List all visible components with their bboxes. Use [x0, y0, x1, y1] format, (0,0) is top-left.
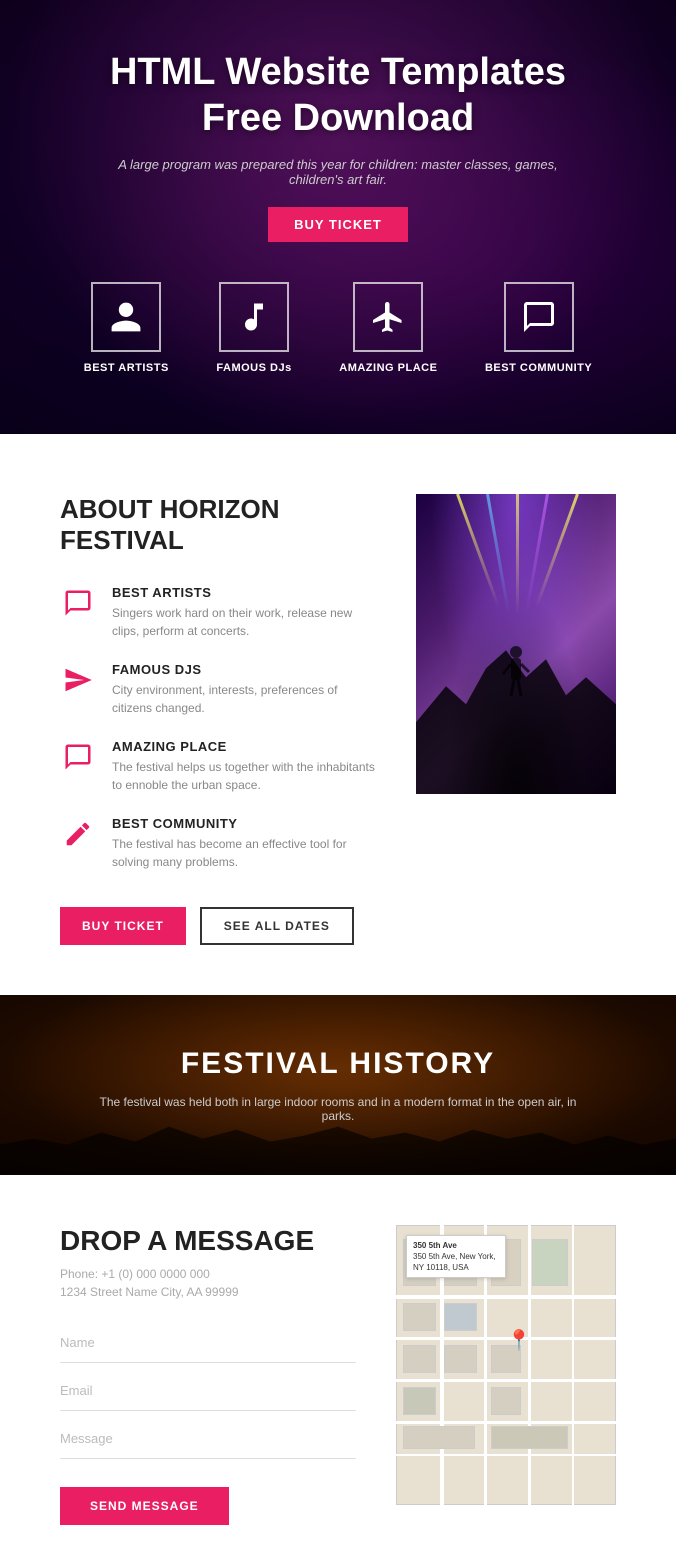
- music-icon: [236, 299, 272, 335]
- about-left: ABOUT HORIZON FESTIVAL BEST ARTISTS Sing…: [60, 494, 376, 944]
- about-item-title-amazing-place: AMAZING PLACE: [112, 739, 376, 754]
- about-section: ABOUT HORIZON FESTIVAL BEST ARTISTS Sing…: [0, 434, 676, 994]
- amazing-place-icon-box: [353, 282, 423, 352]
- speech-bubble-2-icon: [63, 742, 93, 772]
- feature-best-community: BEST COMMUNITY: [485, 282, 592, 374]
- features-row: BEST ARTISTS FAMOUS DJs AMAZING PLACE: [20, 262, 656, 404]
- map-inner: 📍 350 5th Ave 350 5th Ave, New York, NY …: [396, 1225, 616, 1505]
- plane-icon: [370, 299, 406, 335]
- feature-best-artists: BEST ARTISTS: [84, 282, 169, 374]
- person-icon: [108, 299, 144, 335]
- about-item-content-best-community: BEST COMMUNITY The festival has become a…: [112, 816, 376, 871]
- about-famous-djs-icon: [60, 662, 96, 698]
- history-crowd-silhouette: [0, 1115, 676, 1175]
- hero-section: HTML Website Templates Free Download A l…: [0, 0, 676, 434]
- best-community-icon-box: [504, 282, 574, 352]
- about-item-best-community: BEST COMMUNITY The festival has become a…: [60, 816, 376, 871]
- about-item-content-famous-djs: FAMOUS DJs City environment, interests, …: [112, 662, 376, 717]
- message-field-wrapper: [60, 1419, 356, 1459]
- history-title: FESTIVAL HISTORY: [181, 1047, 495, 1081]
- about-title: ABOUT HORIZON FESTIVAL: [60, 494, 376, 556]
- map-pin: 📍: [507, 1328, 532, 1353]
- about-best-artists-icon: [60, 585, 96, 621]
- chat-icon: [521, 299, 557, 335]
- contact-left: DROP A MESSAGE Phone: +1 (0) 000 0000 00…: [60, 1225, 356, 1525]
- message-input[interactable]: [60, 1419, 356, 1459]
- contact-map[interactable]: 📍 350 5th Ave 350 5th Ave, New York, NY …: [396, 1225, 616, 1505]
- about-item-title-best-community: BEST COMMUNITY: [112, 816, 376, 831]
- contact-address: 1234 Street Name City, AA 99999: [60, 1285, 356, 1299]
- history-section: FESTIVAL HISTORY The festival was held b…: [0, 995, 676, 1175]
- about-item-title-famous-djs: FAMOUS DJs: [112, 662, 376, 677]
- about-best-community-icon: [60, 816, 96, 852]
- about-item-desc-best-community: The festival has become an effective too…: [112, 835, 376, 871]
- best-community-label: BEST COMMUNITY: [485, 362, 592, 374]
- famous-djs-icon-box: [219, 282, 289, 352]
- about-see-all-dates-button[interactable]: SEE ALL DATES: [200, 907, 354, 945]
- about-item-famous-djs: FAMOUS DJs City environment, interests, …: [60, 662, 376, 717]
- hero-title: HTML Website Templates Free Download: [110, 50, 566, 141]
- best-artists-label: BEST ARTISTS: [84, 362, 169, 374]
- name-input[interactable]: [60, 1323, 356, 1363]
- about-items: BEST ARTISTS Singers work hard on their …: [60, 585, 376, 871]
- contact-phone: Phone: +1 (0) 000 0000 000: [60, 1267, 356, 1281]
- famous-djs-label: FAMOUS DJs: [216, 362, 291, 374]
- email-input[interactable]: [60, 1371, 356, 1411]
- contact-submit-button[interactable]: SEND MESSAGE: [60, 1487, 229, 1525]
- amazing-place-label: AMAZING PLACE: [339, 362, 437, 374]
- about-concert-image: [416, 494, 616, 794]
- hero-subtitle: A large program was prepared this year f…: [108, 157, 568, 187]
- about-buttons: BUY TICKET SEE ALL DATES: [60, 907, 376, 945]
- edit-icon: [63, 819, 93, 849]
- about-item-desc-best-artists: Singers work hard on their work, release…: [112, 604, 376, 640]
- speech-bubble-icon: [63, 588, 93, 618]
- contact-section: DROP A MESSAGE Phone: +1 (0) 000 0000 00…: [0, 1175, 676, 1565]
- hero-buy-ticket-button[interactable]: BUY TICKET: [268, 207, 408, 242]
- best-artists-icon-box: [91, 282, 161, 352]
- about-buy-ticket-button[interactable]: BUY TICKET: [60, 907, 186, 945]
- history-description: The festival was held both in large indo…: [88, 1095, 588, 1123]
- about-item-desc-amazing-place: The festival helps us together with the …: [112, 758, 376, 794]
- feature-famous-djs: FAMOUS DJs: [216, 282, 291, 374]
- about-amazing-place-icon: [60, 739, 96, 775]
- paper-plane-icon: [63, 665, 93, 695]
- about-item-best-artists: BEST ARTISTS Singers work hard on their …: [60, 585, 376, 640]
- about-item-amazing-place: AMAZING PLACE The festival helps us toge…: [60, 739, 376, 794]
- about-item-title-best-artists: BEST ARTISTS: [112, 585, 376, 600]
- about-item-desc-famous-djs: City environment, interests, preferences…: [112, 681, 376, 717]
- feature-amazing-place: AMAZING PLACE: [339, 282, 437, 374]
- map-address-label: 350 5th Ave 350 5th Ave, New York, NY 10…: [406, 1235, 506, 1279]
- name-field-wrapper: [60, 1323, 356, 1363]
- about-item-content-amazing-place: AMAZING PLACE The festival helps us toge…: [112, 739, 376, 794]
- stage-lights: [416, 494, 616, 644]
- contact-title: DROP A MESSAGE: [60, 1225, 356, 1257]
- email-field-wrapper: [60, 1371, 356, 1411]
- contact-form: SEND MESSAGE: [60, 1323, 356, 1525]
- performer-silhouette: [501, 644, 531, 704]
- about-item-content-best-artists: BEST ARTISTS Singers work hard on their …: [112, 585, 376, 640]
